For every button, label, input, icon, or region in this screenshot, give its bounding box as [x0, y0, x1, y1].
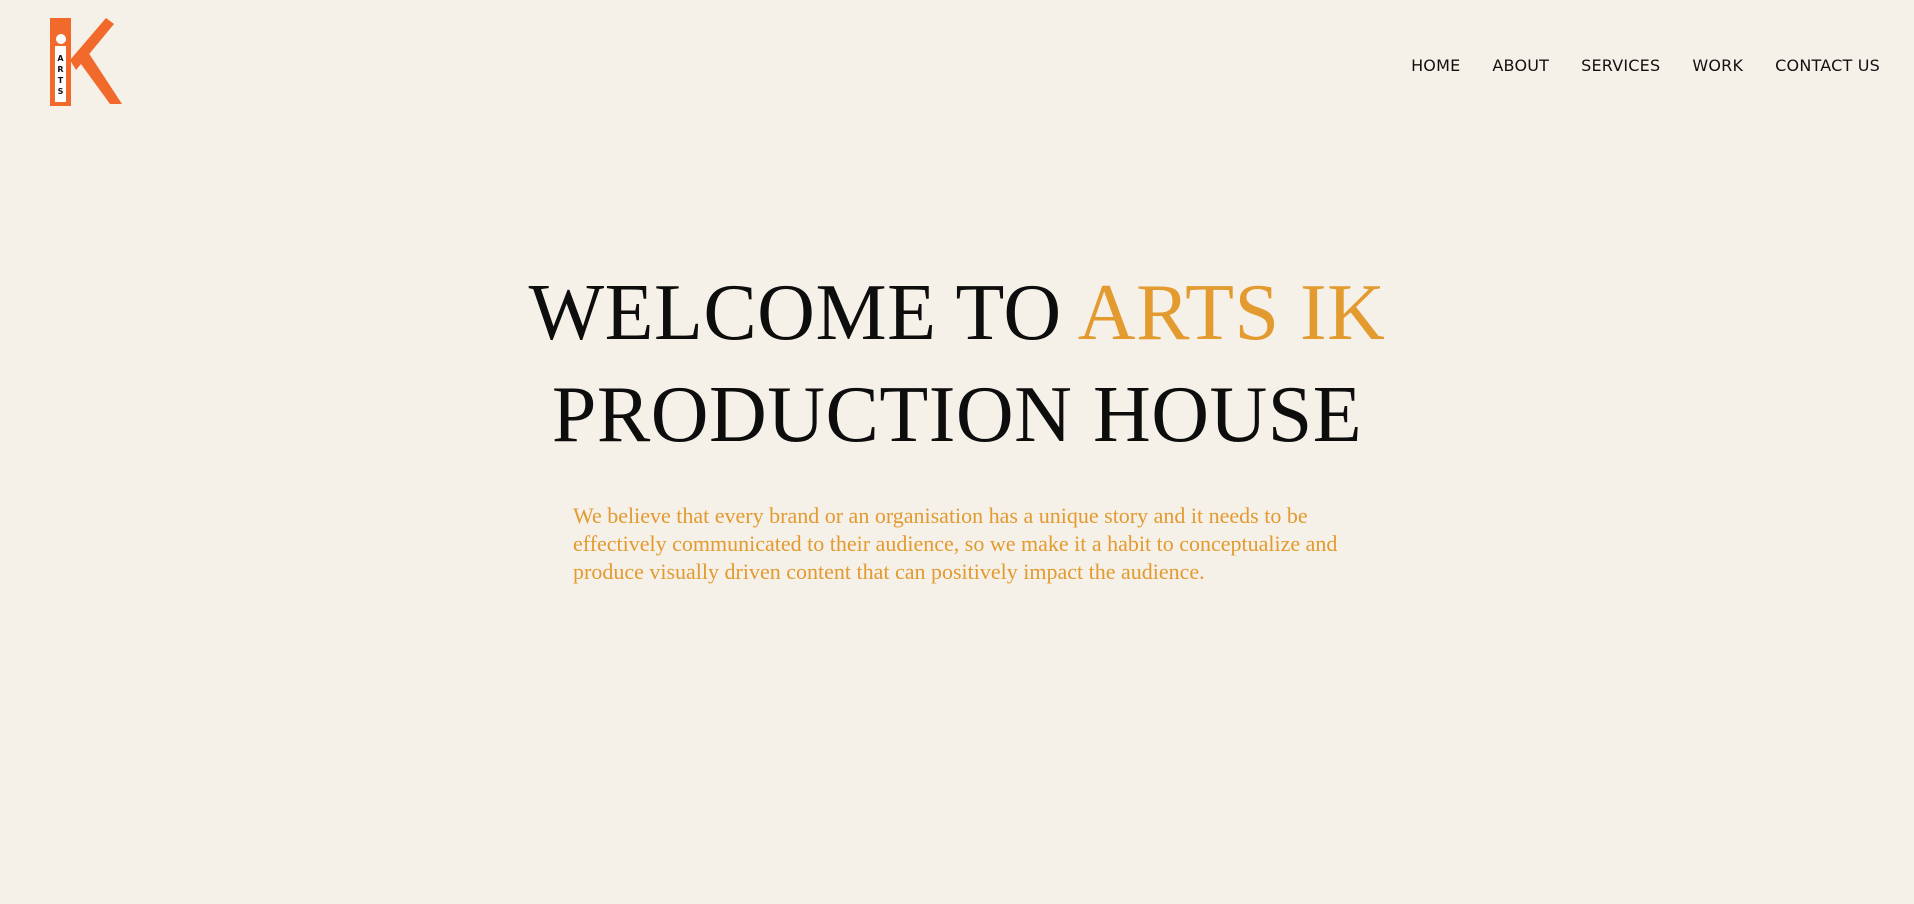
nav-home-link[interactable]: HOME	[1411, 56, 1460, 76]
nav-services-link[interactable]: SERVICES	[1581, 56, 1660, 76]
hero-description: We believe that every brand or an organi…	[573, 503, 1338, 584]
main-nav: HOME ABOUT SERVICES WORK CONTACT US	[1411, 56, 1880, 76]
hero-title: WELCOME TO ARTS IK PRODUCTION HOUSE	[0, 262, 1914, 466]
logo-letter: R	[57, 65, 63, 74]
hero-title-line2: PRODUCTION HOUSE	[551, 371, 1363, 459]
nav-about-link[interactable]: ABOUT	[1492, 56, 1549, 76]
hero-title-welcome: WELCOME TO	[528, 269, 1062, 357]
arts-ik-logo-icon[interactable]: A R T S	[48, 16, 124, 108]
nav-contact-us-link[interactable]: CONTACT US	[1775, 56, 1880, 76]
site-header: A R T S HOME ABOUT SERVICES WORK CONTACT…	[0, 0, 1914, 130]
logo-letter: S	[58, 87, 64, 96]
logo-letter: T	[58, 76, 64, 85]
nav-work-link[interactable]: WORK	[1692, 56, 1743, 76]
arts-ik-logo-graphic: A R T S	[50, 18, 122, 106]
logo-letter: A	[57, 54, 64, 63]
hero-title-brand: ARTS IK	[1077, 269, 1386, 357]
hero-section: WELCOME TO ARTS IK PRODUCTION HOUSE	[0, 262, 1914, 466]
